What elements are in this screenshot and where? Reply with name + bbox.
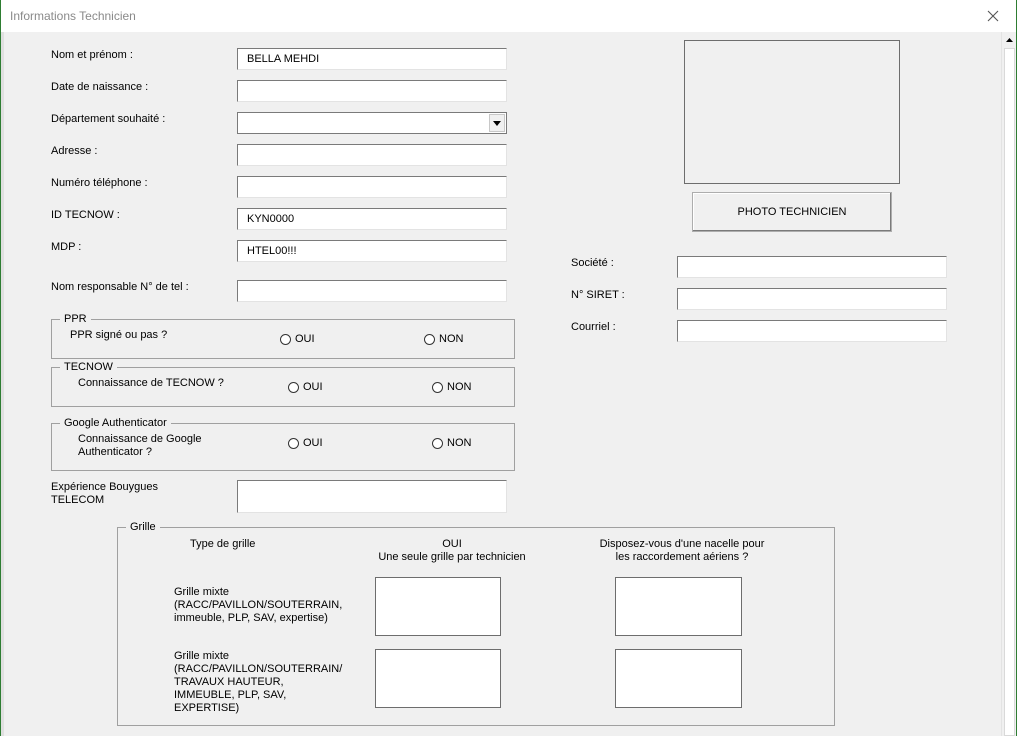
close-icon: [987, 10, 999, 21]
vertical-scrollbar[interactable]: [1001, 32, 1016, 736]
photo-placeholder: [684, 40, 900, 184]
scroll-up-button[interactable]: [1002, 32, 1017, 47]
ppr-title: PPR: [60, 312, 91, 326]
google-non-radio[interactable]: NON: [432, 437, 471, 449]
experience-label: Expérience Bouygues TELECOM: [51, 481, 159, 506]
siret-field[interactable]: [677, 288, 947, 310]
departement-label: Département souhaité :: [51, 113, 166, 125]
tecnow-title: TECNOW: [60, 360, 117, 374]
tecnow-non-radio[interactable]: NON: [432, 381, 471, 393]
photo-button[interactable]: PHOTO TECHNICIEN: [692, 192, 892, 232]
mdp-label: MDP :: [51, 241, 82, 253]
google-non-label: NON: [447, 437, 472, 449]
google-oui-label: OUI: [303, 437, 323, 449]
adresse-field[interactable]: [237, 144, 507, 166]
adresse-label: Adresse :: [51, 145, 98, 157]
radio-circle-icon: [280, 333, 291, 345]
telephone-field[interactable]: [237, 176, 507, 198]
ppr-non-label: NON: [439, 333, 464, 345]
google-question: Connaissance de Google Authenticator ?: [78, 433, 202, 458]
tecnow-oui-radio[interactable]: OUI: [288, 381, 323, 393]
grille-col-oui: OUI Une seule grille par technicien: [378, 538, 526, 563]
id-field[interactable]: KYN0000: [237, 208, 507, 230]
responsable-label: Nom responsable N° de tel :: [51, 281, 189, 293]
dropdown-button[interactable]: [489, 114, 505, 132]
window-title: Informations Technicien: [10, 9, 136, 23]
grille-row2-label: Grille mixte (RACC/PAVILLON/SOUTERRAIN/ …: [174, 650, 343, 714]
grille-row2-nacelle-field[interactable]: [615, 649, 742, 708]
societe-field[interactable]: [677, 256, 947, 278]
ppr-oui-radio[interactable]: OUI: [280, 333, 315, 345]
naissance-label: Date de naissance :: [51, 81, 149, 93]
scroll-thumb[interactable]: [1004, 48, 1015, 736]
chevron-down-icon: [493, 120, 501, 126]
nom-label: Nom et prénom :: [51, 49, 133, 61]
naissance-field[interactable]: [237, 80, 507, 102]
id-label: ID TECNOW :: [51, 209, 120, 221]
dialog-window: Informations Technicien Nom et prénom : …: [0, 0, 1017, 736]
ppr-question: PPR signé ou pas ?: [70, 329, 168, 341]
grille-row1-nacelle-field[interactable]: [615, 577, 742, 636]
radio-circle-icon: [288, 437, 299, 449]
radio-circle-icon: [424, 333, 435, 345]
societe-label: Société :: [571, 257, 614, 269]
tecnow-non-label: NON: [447, 381, 472, 393]
responsable-field[interactable]: [237, 280, 507, 302]
close-button[interactable]: [970, 0, 1016, 31]
experience-field[interactable]: [237, 480, 507, 513]
mdp-field[interactable]: HTEL00!!!: [237, 240, 507, 262]
courriel-label: Courriel :: [571, 321, 616, 333]
grille-row2-oui-field[interactable]: [375, 649, 501, 708]
title-bar[interactable]: Informations Technicien: [1, 0, 1016, 31]
google-oui-radio[interactable]: OUI: [288, 437, 323, 449]
grille-row1-label: Grille mixte (RACC/PAVILLON/SOUTERRAIN, …: [174, 586, 343, 624]
radio-circle-icon: [288, 381, 299, 393]
departement-select[interactable]: [237, 112, 507, 134]
ppr-oui-label: OUI: [295, 333, 315, 345]
telephone-label: Numéro téléphone :: [51, 177, 148, 189]
arrow-up-icon: [1006, 37, 1013, 42]
grille-col-nacelle: Disposez-vous d'une nacelle pour les rac…: [599, 538, 765, 563]
grille-title: Grille: [126, 520, 160, 534]
grille-row1-oui-field[interactable]: [375, 577, 501, 636]
tecnow-question: Connaissance de TECNOW ?: [78, 377, 224, 389]
google-title: Google Authenticator: [60, 416, 171, 430]
radio-circle-icon: [432, 437, 443, 449]
google-frame: Google Authenticator Connaissance de Goo…: [51, 416, 515, 471]
nom-field[interactable]: BELLA MEHDI: [237, 48, 507, 70]
siret-label: N° SIRET :: [571, 289, 625, 301]
courriel-field[interactable]: [677, 320, 947, 342]
radio-circle-icon: [432, 381, 443, 393]
ppr-frame: PPR PPR signé ou pas ? OUI NON: [51, 312, 515, 359]
ppr-non-radio[interactable]: NON: [424, 333, 463, 345]
grille-col-type: Type de grille: [190, 538, 256, 550]
tecnow-frame: TECNOW Connaissance de TECNOW ? OUI NON: [51, 360, 515, 407]
grille-frame: Grille Type de grille OUI Une seule gril…: [117, 520, 835, 726]
tecnow-oui-label: OUI: [303, 381, 323, 393]
